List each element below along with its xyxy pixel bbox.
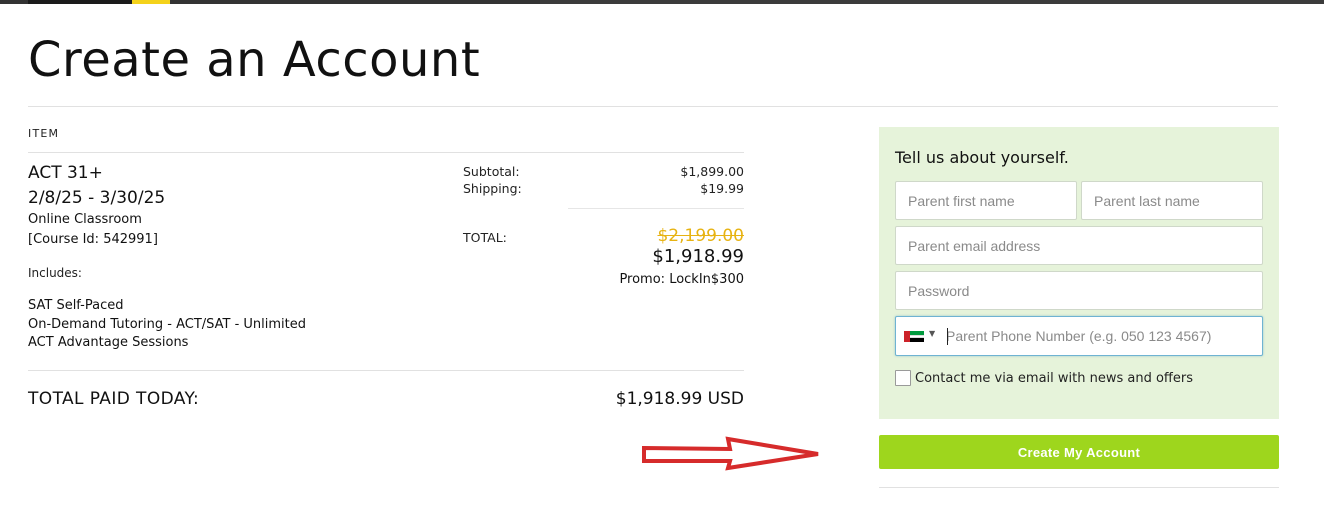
summary-divider [28,370,744,371]
total-paid-value: $1,918.99 USD [615,389,744,409]
page-title: Create an Account [28,32,481,88]
includes-item: On-Demand Tutoring - ACT/SAT - Unlimited [28,316,307,332]
includes-item: ACT Advantage Sessions [28,335,189,350]
signup-form: Tell us about yourself. ▼ Contact me via… [879,127,1279,419]
progress-segment-active [132,0,170,4]
email-consent-label: Contact me via email with news and offer… [915,370,1193,386]
email-consent-checkbox[interactable] [895,370,911,386]
shipping-value: $19.99 [700,181,744,196]
form-heading: Tell us about yourself. [895,148,1069,167]
item-column-header: ITEM [28,127,60,140]
create-account-button[interactable]: Create My Account [879,435,1279,469]
includes-item: SAT Self-Paced [28,298,124,313]
total-label: TOTAL: [463,230,507,245]
phone-field: ▼ [895,316,1263,356]
course-id: [Course Id: 542991] [28,232,158,247]
title-divider [28,106,1278,107]
course-dates: 2/8/25 - 3/30/25 [28,188,166,208]
parent-first-name-input[interactable] [895,181,1077,220]
uae-flag-icon [904,331,924,342]
progress-segment-grey [540,0,1324,4]
password-input[interactable] [895,271,1263,310]
parent-email-input[interactable] [895,226,1263,265]
progress-segment-dark [28,0,132,4]
parent-phone-input[interactable] [946,317,1258,355]
shipping-label: Shipping: [463,181,522,196]
parent-last-name-input[interactable] [1081,181,1263,220]
original-price: $2,199.00 [657,226,744,246]
includes-label: Includes: [28,266,82,280]
subtotal-label: Subtotal: [463,164,520,179]
caret-down-icon: ▼ [929,329,936,338]
item-divider [28,152,744,153]
includes-list: SAT Self-Paced On-Demand Tutoring - ACT/… [28,297,306,353]
text-cursor [947,328,948,345]
price-divider [568,208,744,209]
bottom-divider [879,487,1279,488]
red-arrow-annotation-icon [642,436,819,471]
final-price: $1,918.99 [652,246,744,267]
email-consent[interactable]: Contact me via email with news and offer… [895,370,1193,386]
total-paid-label: TOTAL PAID TODAY: [28,389,200,409]
promo-code: Promo: LockIn$300 [619,272,744,287]
course-format: Online Classroom [28,212,142,227]
top-progress-bar [0,0,1324,4]
subtotal-value: $1,899.00 [680,164,744,179]
country-code-dropdown[interactable]: ▼ [896,317,944,355]
course-name: ACT 31+ [28,163,103,183]
